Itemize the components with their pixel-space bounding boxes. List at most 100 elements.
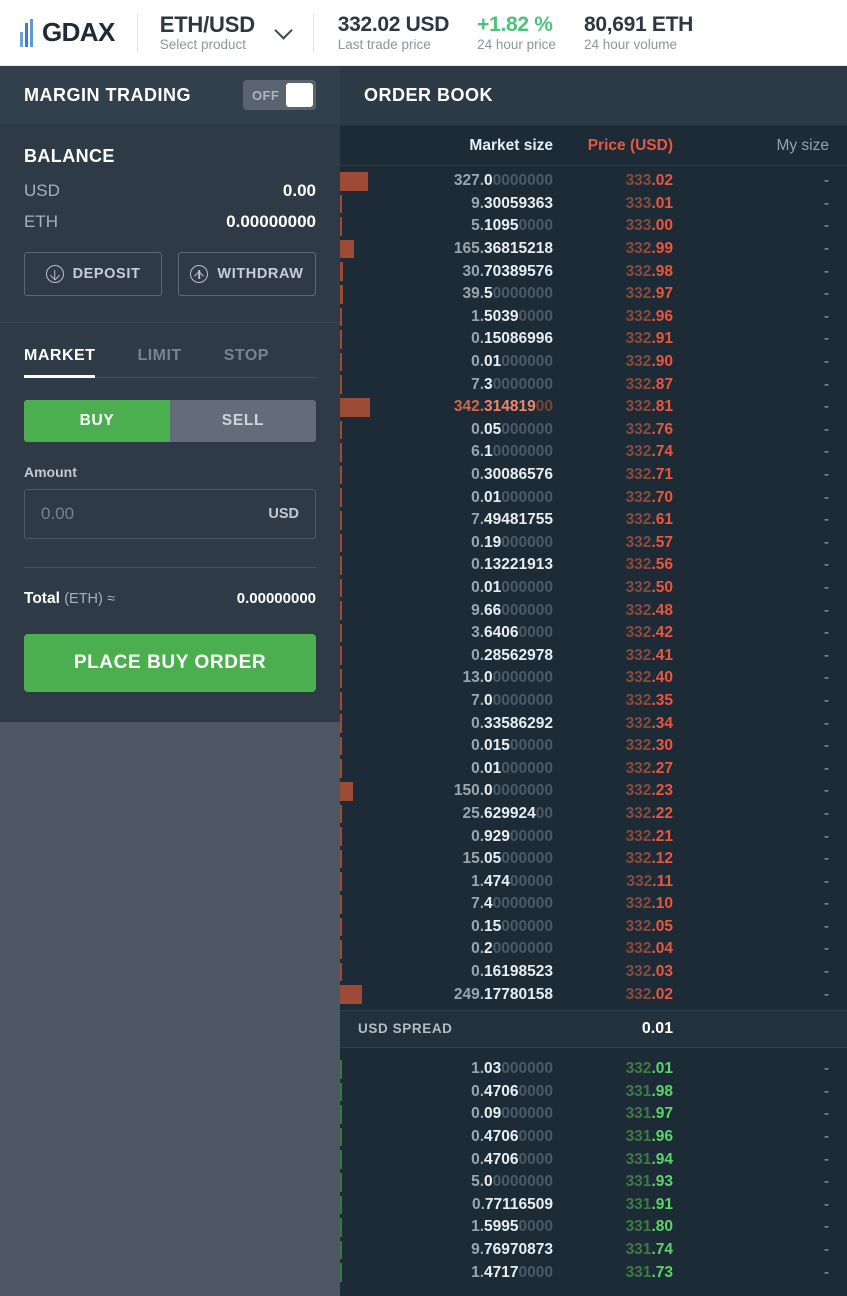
my-size-cell: - xyxy=(823,1195,829,1213)
order-book-row[interactable]: 150.00000000 332.23 - xyxy=(340,780,847,803)
order-book-row[interactable]: 0.09000000 331.97 - xyxy=(340,1103,847,1126)
order-book-row[interactable]: 0.77116509 331.91 - xyxy=(340,1194,847,1217)
order-book-row[interactable]: 0.47060000 331.96 - xyxy=(340,1126,847,1149)
order-book-row[interactable]: 1.47400000 332.11 - xyxy=(340,870,847,893)
order-book-row[interactable]: 0.20000000 332.04 - xyxy=(340,938,847,961)
ask-rows: 327.00000000 333.02 - 9.30059363 333.01 - 5.10… xyxy=(340,166,847,1006)
tab-market[interactable]: MARKET xyxy=(24,341,96,378)
stat-value: 80,691 ETH xyxy=(583,12,694,36)
market-size-cell: 327.00000000 xyxy=(453,172,553,190)
order-book-row[interactable]: 0.01000000 332.70 - xyxy=(340,486,847,509)
tab-limit[interactable]: LIMIT xyxy=(137,341,181,378)
stat-last-trade-price: 332.02 USD Last trade price xyxy=(337,12,450,53)
place-order-button[interactable]: PLACE BUY ORDER xyxy=(24,633,316,692)
buy-sell-switch: BUY SELL xyxy=(24,399,316,442)
my-size-cell: - xyxy=(823,240,829,258)
withdraw-button[interactable]: WITHDRAW xyxy=(178,252,316,296)
order-book-row[interactable]: 5.00000000 331.93 - xyxy=(340,1171,847,1194)
price-cell: 332.71 xyxy=(625,466,673,484)
price-cell: 332.90 xyxy=(625,353,673,371)
product-selector[interactable]: ETH/USD Select product xyxy=(138,12,313,52)
price-cell: 332.40 xyxy=(625,669,673,687)
column-price: Price (USD) xyxy=(587,136,673,154)
my-size-cell: - xyxy=(823,285,829,303)
order-book-row[interactable]: 0.15000000 332.05 - xyxy=(340,916,847,939)
price-cell: 331.96 xyxy=(625,1128,673,1146)
market-size-cell: 0.01000000 xyxy=(471,488,553,506)
my-size-cell: - xyxy=(823,601,829,619)
order-book-row[interactable]: 0.92900000 332.21 - xyxy=(340,825,847,848)
order-book-row[interactable]: 30.70389576 332.98 - xyxy=(340,260,847,283)
price-cell: 332.21 xyxy=(625,827,673,845)
tab-stop[interactable]: STOP xyxy=(224,341,269,378)
order-book-row[interactable]: 1.50390000 332.96 - xyxy=(340,306,847,329)
order-book-row[interactable]: 0.15086996 332.91 - xyxy=(340,328,847,351)
order-book-row[interactable]: 39.50000000 332.97 - xyxy=(340,283,847,306)
my-size-cell: - xyxy=(823,217,829,235)
order-book-row[interactable]: 9.30059363 333.01 - xyxy=(340,193,847,216)
order-book-panel: ORDER BOOK Market size Price (USD) My si… xyxy=(340,66,847,1296)
market-size-cell: 9.30059363 xyxy=(471,194,553,212)
stat-24h-price: +1.82 % 24 hour price xyxy=(477,13,556,53)
market-size-cell: 5.10950000 xyxy=(471,217,553,235)
order-book-row[interactable]: 0.16198523 332.03 - xyxy=(340,961,847,984)
price-cell: 332.87 xyxy=(625,375,673,393)
buy-button[interactable]: BUY xyxy=(24,399,170,442)
order-book-row[interactable]: 13.00000000 332.40 - xyxy=(340,667,847,690)
order-book-row[interactable]: 0.30086576 332.71 - xyxy=(340,464,847,487)
amount-input[interactable]: 0.00 USD xyxy=(24,488,316,539)
stat-label: Last trade price xyxy=(337,37,431,53)
order-book-row[interactable]: 0.13221913 332.56 - xyxy=(340,554,847,577)
order-book-title: ORDER BOOK xyxy=(364,85,494,105)
order-book-row[interactable]: 9.66000000 332.48 - xyxy=(340,599,847,622)
main-content: MARGIN TRADING OFF BALANCE USD 0.00 ETH … xyxy=(0,66,847,1296)
order-book-row[interactable]: 7.00000000 332.35 - xyxy=(340,690,847,713)
order-book-row[interactable]: 0.05000000 332.76 - xyxy=(340,419,847,442)
stat-value: 332.02 USD xyxy=(337,12,450,36)
market-size-cell: 9.76970873 xyxy=(471,1241,553,1259)
order-book-row[interactable]: 165.36815218 332.99 - xyxy=(340,238,847,261)
order-book-row[interactable]: 0.01500000 332.30 - xyxy=(340,735,847,758)
price-cell: 332.34 xyxy=(625,714,673,732)
upload-arrow-icon xyxy=(190,265,209,283)
price-cell: 331.80 xyxy=(625,1218,673,1236)
order-book-row[interactable]: 9.76970873 331.74 - xyxy=(340,1239,847,1262)
order-book-row[interactable]: 15.05000000 332.12 - xyxy=(340,848,847,871)
order-book-row[interactable]: 0.28562978 332.41 - xyxy=(340,644,847,667)
order-book-row[interactable]: 1.59950000 331.80 - xyxy=(340,1216,847,1239)
order-book-row[interactable]: 5.10950000 333.00 - xyxy=(340,215,847,238)
order-book-row[interactable]: 0.01000000 332.90 - xyxy=(340,351,847,374)
order-book-row[interactable]: 249.17780158 332.02 - xyxy=(340,983,847,1006)
deposit-button[interactable]: DEPOSIT xyxy=(24,252,162,296)
order-book-row[interactable]: 0.01000000 332.50 - xyxy=(340,577,847,600)
price-cell: 332.56 xyxy=(625,556,673,574)
price-cell: 332.81 xyxy=(625,398,673,416)
order-book-row[interactable]: 342.31481900 332.81 - xyxy=(340,396,847,419)
order-book-row[interactable]: 7.40000000 332.10 - xyxy=(340,893,847,916)
order-book-row[interactable]: 25.62992400 332.22 - xyxy=(340,803,847,826)
order-book-row[interactable]: 6.10000000 332.74 - xyxy=(340,441,847,464)
price-cell: 332.76 xyxy=(625,420,673,438)
order-book-row[interactable]: 3.64060000 332.42 - xyxy=(340,622,847,645)
order-book-row[interactable]: 0.01000000 332.27 - xyxy=(340,757,847,780)
order-book-row[interactable]: 1.03000000 332.01 - xyxy=(340,1058,847,1081)
sell-button[interactable]: SELL xyxy=(170,399,316,442)
order-book-row[interactable]: 0.19000000 332.57 - xyxy=(340,532,847,555)
balance-row-usd: USD 0.00 xyxy=(24,181,316,201)
order-book-row[interactable]: 0.47060000 331.94 - xyxy=(340,1148,847,1171)
price-cell: 331.91 xyxy=(625,1195,673,1213)
my-size-cell: - xyxy=(823,940,829,958)
order-book-row[interactable]: 1.47170000 331.73 - xyxy=(340,1261,847,1284)
order-book-row[interactable]: 0.47060000 331.98 - xyxy=(340,1081,847,1104)
market-size-cell: 0.05000000 xyxy=(471,420,553,438)
market-size-cell: 1.47400000 xyxy=(471,872,553,890)
gdax-logo[interactable]: GDAX xyxy=(0,17,137,48)
market-size-cell: 0.92900000 xyxy=(471,827,553,845)
market-size-cell: 0.47060000 xyxy=(471,1082,553,1100)
margin-trading-toggle[interactable]: OFF xyxy=(243,80,316,110)
order-book-row[interactable]: 7.30000000 332.87 - xyxy=(340,373,847,396)
my-size-cell: - xyxy=(823,398,829,416)
order-book-row[interactable]: 327.00000000 333.02 - xyxy=(340,170,847,193)
order-book-row[interactable]: 7.49481755 332.61 - xyxy=(340,509,847,532)
order-book-row[interactable]: 0.33586292 332.34 - xyxy=(340,712,847,735)
